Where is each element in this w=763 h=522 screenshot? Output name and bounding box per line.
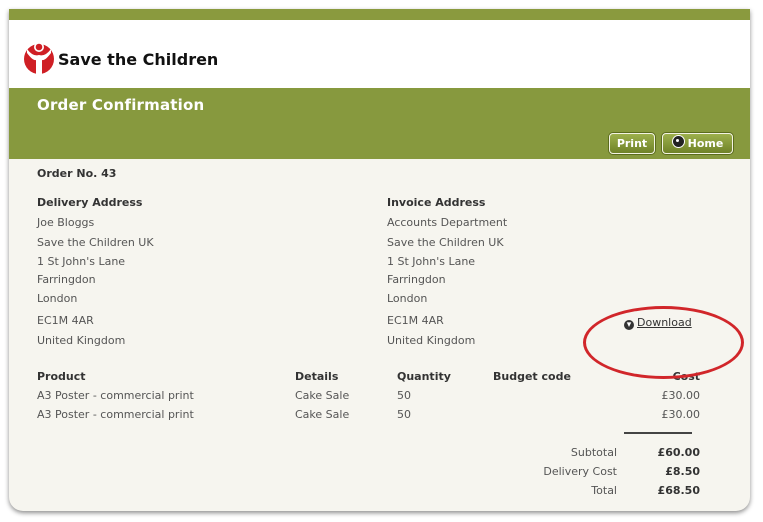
subtotal-value: £60.00 [657,446,700,459]
invoice-address-line: EC1M 4AR [387,314,444,327]
delivery-address-line: London [37,292,78,305]
column-header-product: Product [37,370,86,383]
page-title: Order Confirmation [37,96,205,114]
download-icon: ▾ [624,320,634,330]
save-the-children-logo-icon [24,42,54,74]
delivery-address-line: 1 St John's Lane [37,255,126,268]
home-button[interactable]: Home [662,133,733,154]
home-button-label: Home [687,137,724,150]
logo-bar: Save the Children [9,20,750,88]
column-header-quantity: Quantity [397,370,451,383]
invoice-address-line: 1 St John's Lane [387,255,476,268]
delivery-address-heading: Delivery Address [37,196,143,209]
order-number: Order No. 43 [37,167,117,180]
subtotal-label: Subtotal [570,446,617,459]
invoice-address-line: United Kingdom [387,334,476,347]
brand-name: Save the Children [58,50,219,69]
quantity-cell: 50 [397,408,411,421]
column-header-cost: Cost [672,370,700,383]
column-header-details: Details [295,370,339,383]
top-bar [9,9,750,20]
download-label: Download [637,316,692,329]
invoice-address-heading: Invoice Address [387,196,486,209]
invoice-address-line: Farringdon [387,273,446,286]
print-button-label: Print [616,137,648,150]
print-button[interactable]: Print [609,133,655,154]
invoice-address-line: Save the Children UK [387,236,504,249]
delivery-address-line: EC1M 4AR [37,314,94,327]
invoice-address-line: Accounts Department [387,216,508,229]
details-cell: Cake Sale [295,408,350,421]
cost-cell: £30.00 [661,389,701,402]
total-value: £68.50 [657,484,700,497]
total-label: Total [591,484,617,497]
product-cell: A3 Poster - commercial print [37,389,194,402]
column-header-budget-code: Budget code [493,370,571,383]
delivery-address-line: Joe Bloggs [37,216,95,229]
details-cell: Cake Sale [295,389,350,402]
delivery-cost-label: Delivery Cost [543,465,617,478]
quantity-cell: 50 [397,389,411,402]
product-cell: A3 Poster - commercial print [37,408,194,421]
delivery-address-line: Farringdon [37,273,96,286]
cost-cell: £30.00 [661,408,701,421]
home-icon [671,135,685,148]
totals-divider [624,432,692,434]
delivery-cost-value: £8.50 [665,465,700,478]
delivery-address-line: United Kingdom [37,334,126,347]
download-link[interactable]: ▾ Download [624,316,692,330]
delivery-address-line: Save the Children UK [37,236,154,249]
invoice-address-line: London [387,292,428,305]
header-band: Order Confirmation Print Home [9,88,750,159]
